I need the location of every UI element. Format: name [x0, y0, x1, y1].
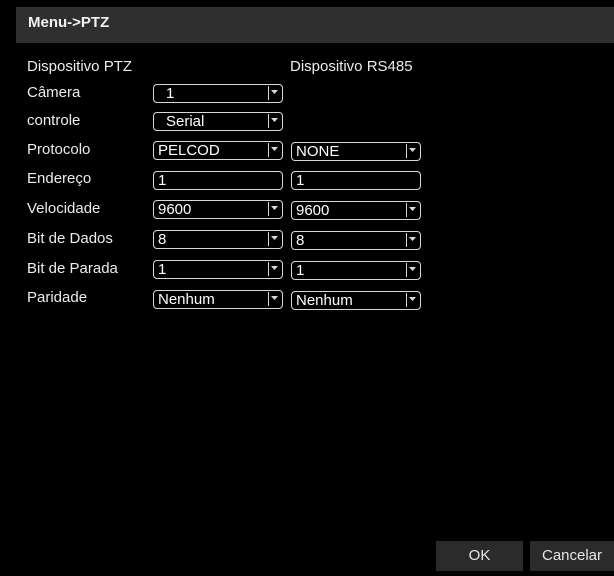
ptz-data-bits-value: 8 — [158, 231, 167, 248]
cancel-button[interactable]: Cancelar — [530, 541, 614, 571]
chevron-down-icon — [406, 203, 418, 217]
rs485-protocol-select[interactable]: NONE — [291, 142, 421, 161]
control-select[interactable]: Serial — [153, 112, 283, 131]
window-title: Menu->PTZ — [16, 7, 614, 43]
ptz-data-bits-select[interactable]: 8 — [153, 230, 283, 249]
camera-select[interactable]: 1 — [153, 84, 283, 103]
rs485-parity-value: Nenhum — [296, 292, 353, 309]
rs485-device-header: Dispositivo RS485 — [290, 58, 413, 75]
ok-button[interactable]: OK — [436, 541, 523, 571]
ptz-settings-panel: Dispositivo PTZ Dispositivo RS485 Câmera… — [16, 43, 614, 576]
ptz-protocol-value: PELCOD — [158, 142, 220, 159]
ptz-speed-value: 9600 — [158, 201, 192, 218]
ptz-stop-bits-value: 1 — [158, 261, 167, 278]
rs485-address-input[interactable]: 1 — [291, 171, 421, 190]
ptz-address-input[interactable]: 1 — [153, 171, 283, 190]
control-label: controle — [27, 112, 81, 129]
ptz-speed-select[interactable]: 9600 — [153, 200, 283, 219]
chevron-down-icon — [406, 233, 418, 247]
ptz-stop-bits-select[interactable]: 1 — [153, 260, 283, 279]
rs485-speed-value: 9600 — [296, 202, 330, 219]
chevron-down-icon — [268, 143, 280, 157]
chevron-down-icon — [268, 262, 280, 276]
rs485-protocol-value: NONE — [296, 143, 340, 160]
camera-value: 1 — [166, 85, 175, 102]
chevron-down-icon — [268, 86, 280, 100]
control-value: Serial — [166, 113, 205, 130]
chevron-down-icon — [268, 202, 280, 216]
data-bits-label: Bit de Dados — [27, 230, 113, 247]
rs485-address-value: 1 — [296, 172, 305, 189]
rs485-speed-select[interactable]: 9600 — [291, 201, 421, 220]
ptz-protocol-select[interactable]: PELCOD — [153, 141, 283, 160]
rs485-stop-bits-select[interactable]: 1 — [291, 261, 421, 280]
speed-label: Velocidade — [27, 200, 101, 217]
ptz-parity-value: Nenhum — [158, 291, 215, 308]
chevron-down-icon — [406, 263, 418, 277]
chevron-down-icon — [406, 293, 418, 307]
rs485-parity-select[interactable]: Nenhum — [291, 291, 421, 310]
chevron-down-icon — [268, 232, 280, 246]
address-label: Endereço — [27, 170, 92, 187]
rs485-stop-bits-value: 1 — [296, 262, 305, 279]
rs485-data-bits-select[interactable]: 8 — [291, 231, 421, 250]
camera-label: Câmera — [27, 84, 81, 101]
ptz-parity-select[interactable]: Nenhum — [153, 290, 283, 309]
chevron-down-icon — [268, 292, 280, 306]
protocol-label: Protocolo — [27, 141, 91, 158]
ptz-settings-window: Menu->PTZ Dispositivo PTZ Dispositivo RS… — [0, 0, 614, 576]
chevron-down-icon — [406, 144, 418, 158]
parity-label: Paridade — [27, 289, 88, 306]
stop-bits-label: Bit de Parada — [27, 260, 118, 277]
ptz-device-header: Dispositivo PTZ — [27, 58, 133, 75]
chevron-down-icon — [268, 114, 280, 128]
ptz-address-value: 1 — [158, 172, 167, 189]
rs485-data-bits-value: 8 — [296, 232, 305, 249]
